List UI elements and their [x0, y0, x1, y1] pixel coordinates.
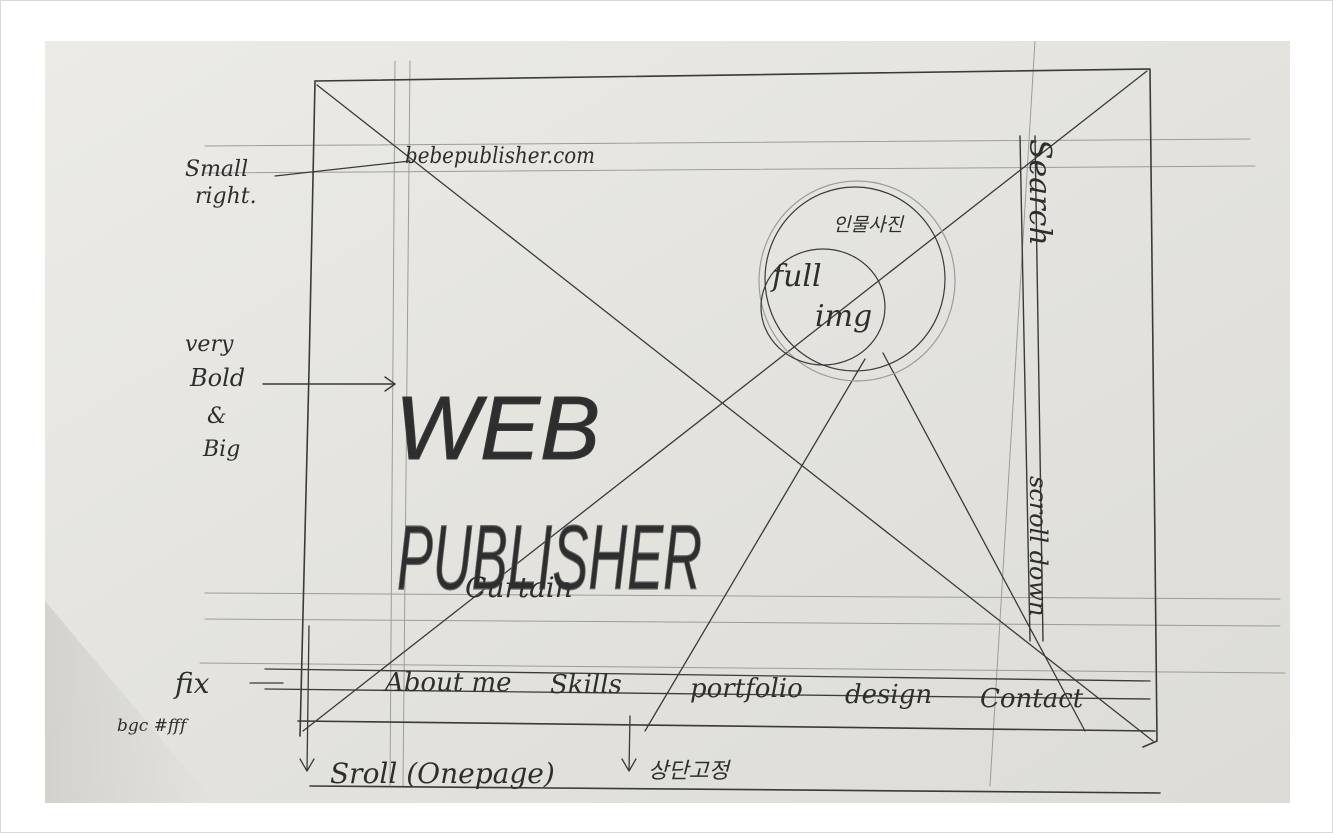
nav-item-design: design [845, 680, 932, 710]
hero-image-label-2: img [815, 299, 872, 334]
note-footer: 상단고정 [648, 759, 732, 784]
hero-image-label-1: full [770, 259, 822, 294]
nav-item-skills: Skills [550, 670, 622, 700]
wireframe-sketch-photo: 인물사진 full img bebepublisher.com Search s… [45, 41, 1290, 803]
hero-image-annotation: 인물사진 [833, 214, 904, 236]
nav-item-contact: Contact [980, 684, 1084, 714]
note-hero-line-3: & [207, 404, 227, 429]
paper-background [45, 41, 1290, 803]
paper-sketch: 인물사진 full img bebepublisher.com Search s… [45, 41, 1290, 803]
hero-title-line-1: WEB [395, 379, 600, 479]
nav-item-portfolio: portfolio [690, 674, 803, 704]
logo-text: bebepublisher.com [405, 144, 595, 169]
scroll-down-text: scroll down [1024, 476, 1052, 616]
note-nav-line-1: fix [173, 667, 210, 700]
note-nav-line-2: bgc #fff [117, 716, 189, 736]
note-hero-line-4: Big [202, 437, 240, 462]
nav-item-about: About me [383, 668, 512, 698]
note-scroll: Sroll (Onepage) [330, 757, 555, 790]
search-text: Search [1022, 139, 1057, 246]
note-logo-line-1: Small [185, 157, 248, 182]
hero-subtext: Curtain [465, 571, 573, 604]
note-hero-line-1: very [185, 332, 234, 357]
note-logo-line-2: right. [195, 184, 257, 209]
image-frame: 인물사진 full img bebepublisher.com Search s… [0, 0, 1333, 833]
note-hero-line-2: Bold [189, 364, 245, 392]
